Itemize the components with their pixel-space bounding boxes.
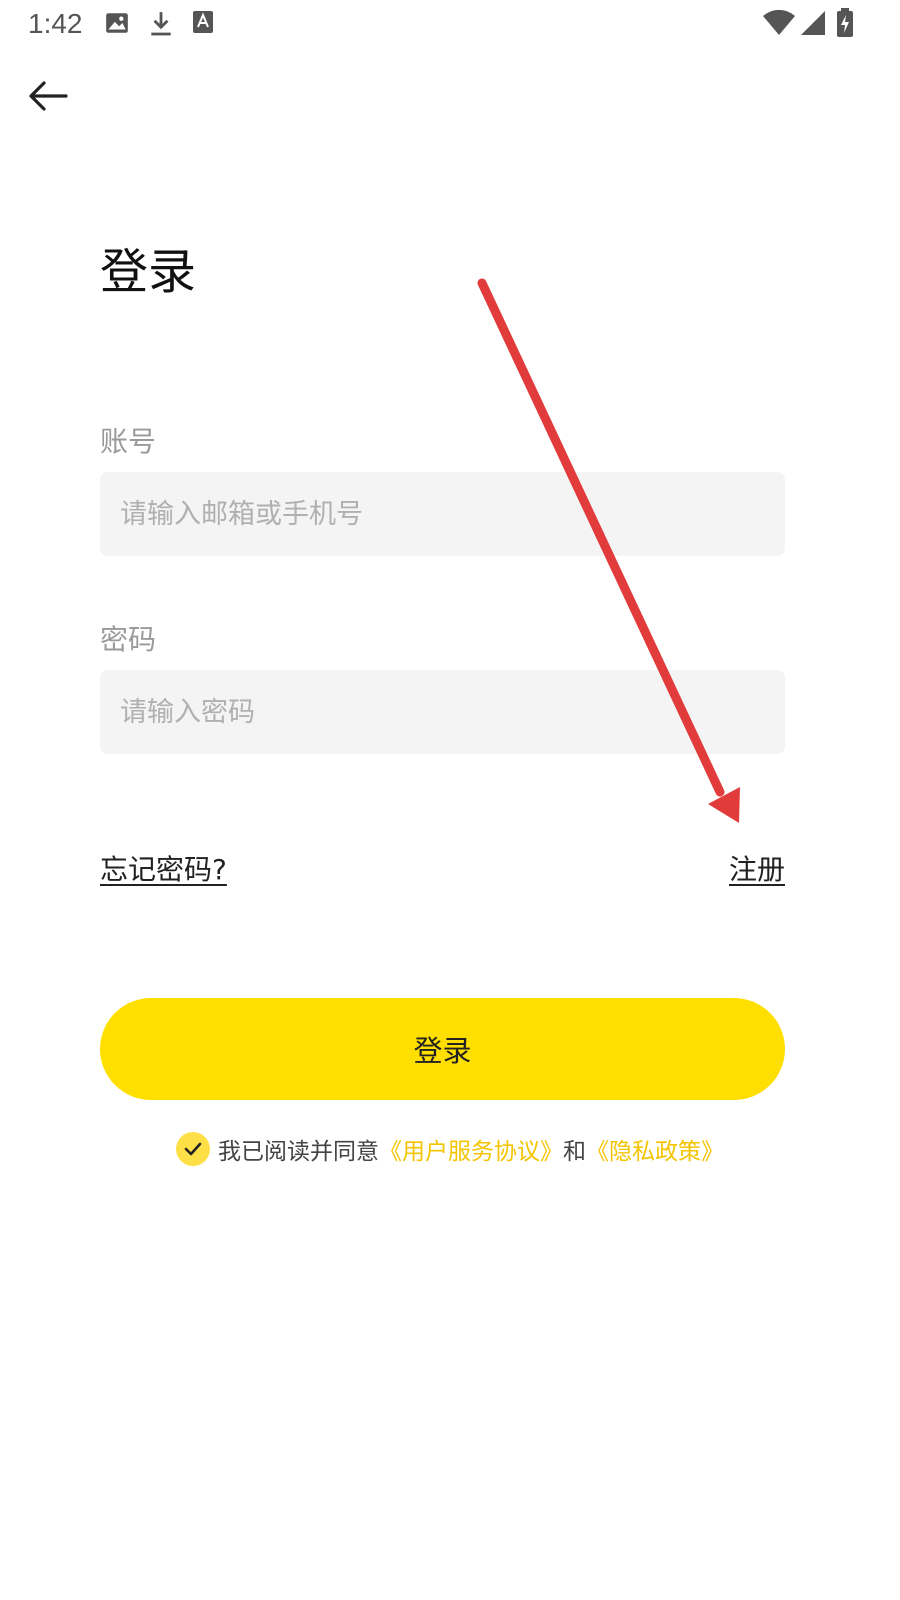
user-agreement-link[interactable]: 《用户服务协议》 [379, 1132, 563, 1166]
battery-icon [836, 8, 854, 38]
image-icon [104, 10, 130, 36]
download-icon [148, 10, 174, 38]
account-input[interactable] [100, 472, 785, 556]
signal-icon [800, 10, 826, 36]
check-icon [184, 1142, 202, 1156]
login-screen: 1:42 登录 账号 密码 忘记密码? 注册 登录 [0, 0, 900, 1600]
privacy-policy-link[interactable]: 《隐私政策》 [586, 1132, 724, 1166]
password-input[interactable] [100, 670, 785, 754]
login-button[interactable]: 登录 [100, 998, 785, 1100]
font-icon [192, 10, 214, 34]
register-link[interactable]: 注册 [729, 848, 785, 888]
annotation-arrow [477, 278, 740, 823]
status-time: 1:42 [28, 8, 83, 39]
agree-checkbox[interactable] [176, 1132, 210, 1166]
annotation-arrow-head [708, 787, 740, 823]
agreement-conjunction: 和 [563, 1139, 586, 1165]
agreement-prefix: 我已阅读并同意 [218, 1139, 379, 1165]
agreement-row: 我已阅读并同意 《用户服务协议》 和 《隐私政策》 [0, 1132, 900, 1166]
page-title: 登录 [100, 244, 197, 300]
account-label: 账号 [100, 425, 157, 458]
back-button[interactable] [24, 72, 72, 120]
password-label: 密码 [100, 623, 157, 656]
forgot-password-link[interactable]: 忘记密码? [100, 848, 227, 888]
arrow-left-icon [29, 81, 68, 111]
status-bar: 1:42 [0, 0, 900, 50]
wifi-icon [762, 10, 796, 36]
